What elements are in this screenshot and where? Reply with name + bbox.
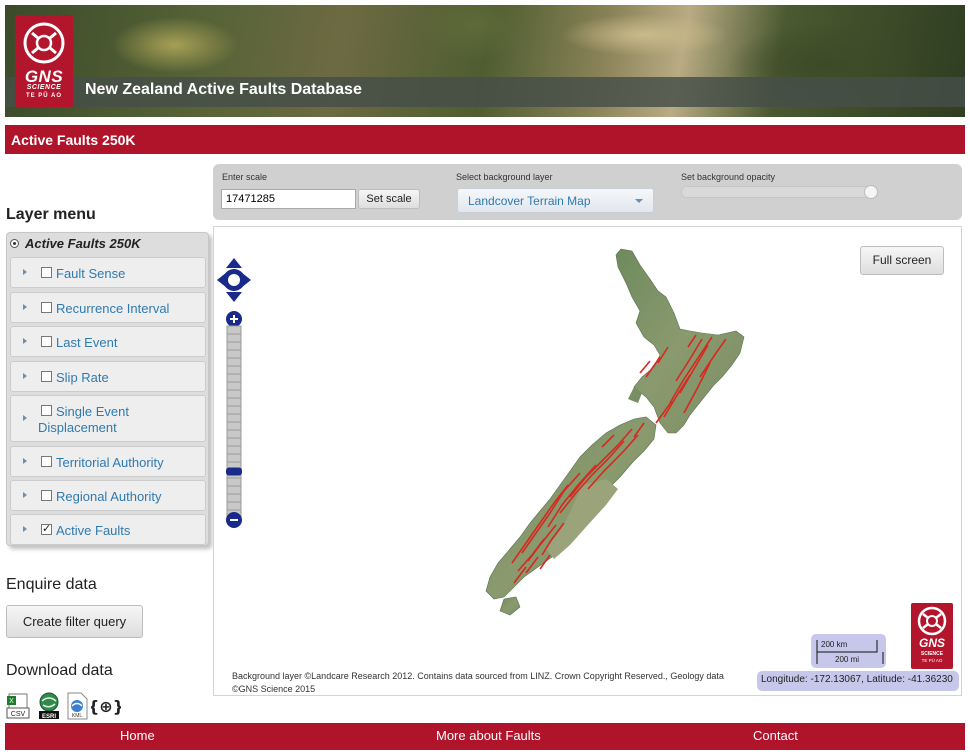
- layer-item-label-line2: Displacement: [38, 420, 117, 435]
- gns-logo-icon: [23, 22, 65, 64]
- opacity-slider-handle[interactable]: [864, 185, 879, 199]
- kml-icon[interactable]: KML: [65, 692, 90, 720]
- layer-item-active-faults[interactable]: Active Faults: [10, 514, 206, 545]
- footer-nav: Home More about Faults Contact: [5, 723, 965, 750]
- esri-icon-text: ESRI: [42, 714, 56, 720]
- fault-sense-checkbox[interactable]: [41, 267, 52, 278]
- territorial-authority-checkbox[interactable]: [41, 456, 52, 467]
- expand-arrow-icon[interactable]: [23, 457, 27, 464]
- slip-rate-checkbox[interactable]: [41, 371, 52, 382]
- map-zoom-controls: [217, 258, 251, 528]
- layer-item-label: Active Faults: [56, 523, 131, 538]
- scale-line: 200 km 200 mi: [811, 634, 886, 668]
- gns-science-logo[interactable]: GNS SCIENCE TE PŪ AO: [15, 15, 73, 107]
- last-event-checkbox[interactable]: [41, 336, 52, 347]
- expand-arrow-icon[interactable]: [23, 525, 27, 532]
- site-title: New Zealand Active Faults Database: [85, 81, 362, 98]
- layer-item-label: Slip Rate: [56, 370, 109, 385]
- page: GNS SCIENCE TE PŪ AO New Zealand Active …: [0, 0, 970, 755]
- layer-item-label: Fault Sense: [56, 266, 126, 281]
- svg-text:X: X: [9, 698, 14, 705]
- expand-arrow-icon[interactable]: [23, 414, 27, 421]
- page-title-bar: Active Faults 250K: [5, 125, 965, 154]
- expand-arrow-icon[interactable]: [23, 372, 27, 379]
- geojson-icon-text: {⊕}: [91, 697, 121, 716]
- expand-arrow-icon[interactable]: [23, 337, 27, 344]
- logo-science-text: SCIENCE: [26, 84, 62, 91]
- layer-item-label: Single Event: [56, 404, 129, 419]
- scale-km-text: 200 km: [821, 640, 848, 649]
- map-controls-bar: Enter scale Set scale Select background …: [213, 164, 962, 220]
- layer-item-regional-authority[interactable]: Regional Authority: [10, 480, 206, 511]
- layer-item-fault-sense[interactable]: Fault Sense: [10, 257, 206, 288]
- esri-shapefile-icon[interactable]: ESRI: [37, 692, 62, 720]
- layer-item-label: Territorial Authority: [56, 455, 164, 470]
- chevron-down-icon: [635, 199, 643, 203]
- enquire-data-heading: Enquire data: [6, 576, 97, 593]
- full-screen-button[interactable]: Full screen: [860, 246, 944, 275]
- map-logo-gns-text: GNS: [919, 636, 945, 650]
- layer-item-label: Last Event: [56, 335, 118, 350]
- layer-item-territorial-authority[interactable]: Territorial Authority: [10, 446, 206, 477]
- kml-icon-text: KML: [72, 713, 83, 719]
- mouse-position-readout: Longitude: -172.13067, Latitude: -41.362…: [757, 671, 959, 691]
- map-logo-tagline-text: TE PŪ AO: [922, 657, 943, 663]
- stewart-island: [499, 596, 521, 616]
- scale-label: Enter scale: [222, 172, 268, 182]
- expand-arrow-icon[interactable]: [23, 491, 27, 498]
- zoom-slider-track[interactable]: [226, 325, 242, 521]
- background-layer-select[interactable]: Landcover Terrain Map: [457, 188, 654, 213]
- zoom-out-button[interactable]: [226, 512, 242, 528]
- pan-control-icon[interactable]: [217, 258, 251, 302]
- opacity-slider-fill: [682, 187, 872, 197]
- layer-item-label: Regional Authority: [56, 489, 162, 504]
- new-zealand-map[interactable]: [214, 227, 962, 696]
- scale-input[interactable]: [221, 189, 356, 209]
- logo-tagline-text: TE PŪ AO: [25, 93, 63, 99]
- scale-mi-text: 200 mi: [835, 655, 859, 664]
- layer-group-label: Active Faults 250K: [25, 236, 141, 251]
- map-attribution: Background layer ©Landcare Research 2012…: [232, 671, 724, 694]
- layer-menu-panel: Active Faults 250K Fault Sense Recurrenc…: [6, 232, 209, 546]
- csv-icon[interactable]: X CSV: [6, 692, 31, 720]
- set-scale-button[interactable]: Set scale: [358, 189, 420, 209]
- layer-item-last-event[interactable]: Last Event: [10, 326, 206, 357]
- csv-icon-text: CSV: [11, 711, 26, 718]
- expand-arrow-icon[interactable]: [23, 268, 27, 275]
- expand-arrow-icon[interactable]: [23, 303, 27, 310]
- header-banner: GNS SCIENCE TE PŪ AO New Zealand Active …: [5, 5, 965, 117]
- gns-map-logo[interactable]: GNS SCIENCE TE PŪ AO: [911, 603, 953, 669]
- active-faults-checkbox[interactable]: [41, 522, 52, 535]
- layer-menu-heading: Layer menu: [6, 206, 96, 223]
- radio-selected-icon[interactable]: [10, 239, 19, 248]
- single-event-displacement-checkbox[interactable]: [41, 405, 52, 416]
- footer-link-contact[interactable]: Contact: [753, 728, 798, 743]
- layer-item-single-event-displacement[interactable]: Single Event Displacement: [10, 395, 206, 442]
- geojson-icon[interactable]: {⊕}: [88, 692, 124, 720]
- opacity-slider[interactable]: [681, 185, 879, 199]
- background-layer-label: Select background layer: [456, 172, 553, 182]
- zoom-in-button[interactable]: [226, 311, 242, 327]
- regional-authority-checkbox[interactable]: [41, 490, 52, 501]
- layer-item-recurrence-interval[interactable]: Recurrence Interval: [10, 292, 206, 323]
- recurrence-interval-checkbox[interactable]: [41, 302, 52, 313]
- footer-link-home[interactable]: Home: [120, 728, 155, 743]
- layer-item-slip-rate[interactable]: Slip Rate: [10, 361, 206, 392]
- zoom-slider-handle[interactable]: [226, 467, 242, 476]
- map-logo-science-text: SCIENCE: [921, 651, 944, 657]
- footer-link-more-about-faults[interactable]: More about Faults: [436, 728, 541, 743]
- create-filter-query-button[interactable]: Create filter query: [6, 605, 143, 638]
- opacity-label: Set background opacity: [681, 172, 776, 182]
- map-viewport[interactable]: Full screen Background layer ©Landcare R…: [213, 226, 962, 696]
- layer-item-label: Recurrence Interval: [56, 301, 170, 316]
- layer-group-radio[interactable]: Active Faults 250K: [10, 236, 141, 251]
- background-layer-value: Landcover Terrain Map: [468, 194, 591, 208]
- download-data-heading: Download data: [6, 662, 113, 679]
